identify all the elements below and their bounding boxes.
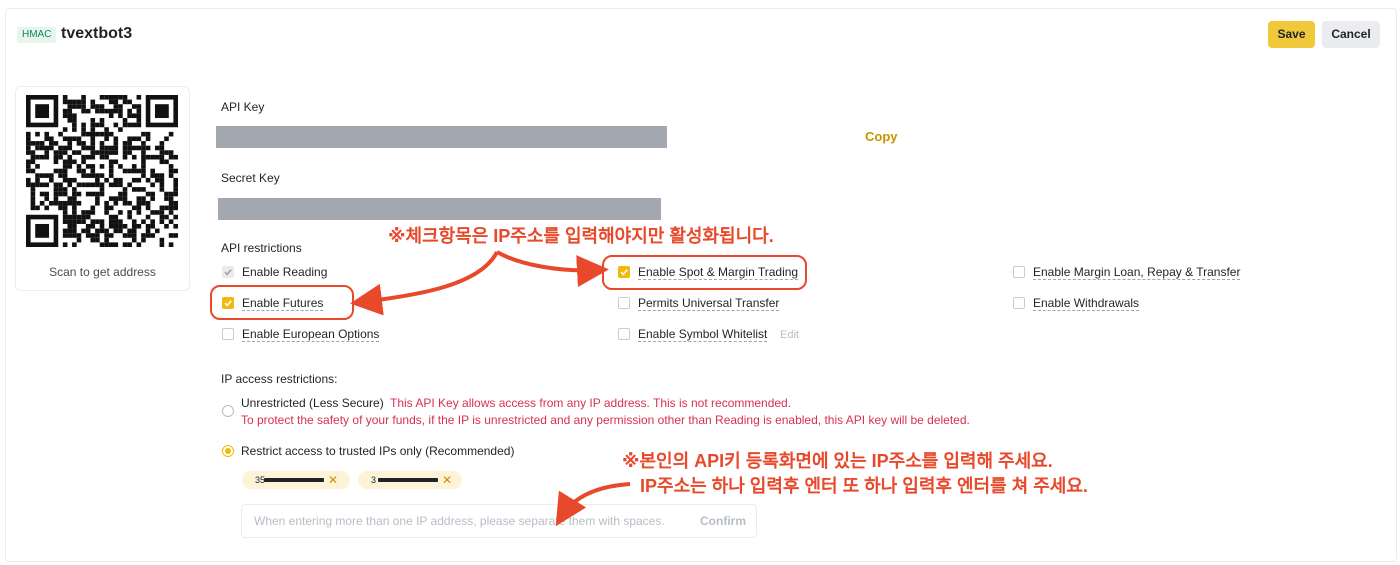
arrow-to-ip-input bbox=[555, 482, 631, 527]
arrow-to-futures bbox=[350, 251, 499, 316]
annotation-arrows bbox=[350, 250, 631, 527]
arrow-to-spot bbox=[496, 250, 609, 288]
